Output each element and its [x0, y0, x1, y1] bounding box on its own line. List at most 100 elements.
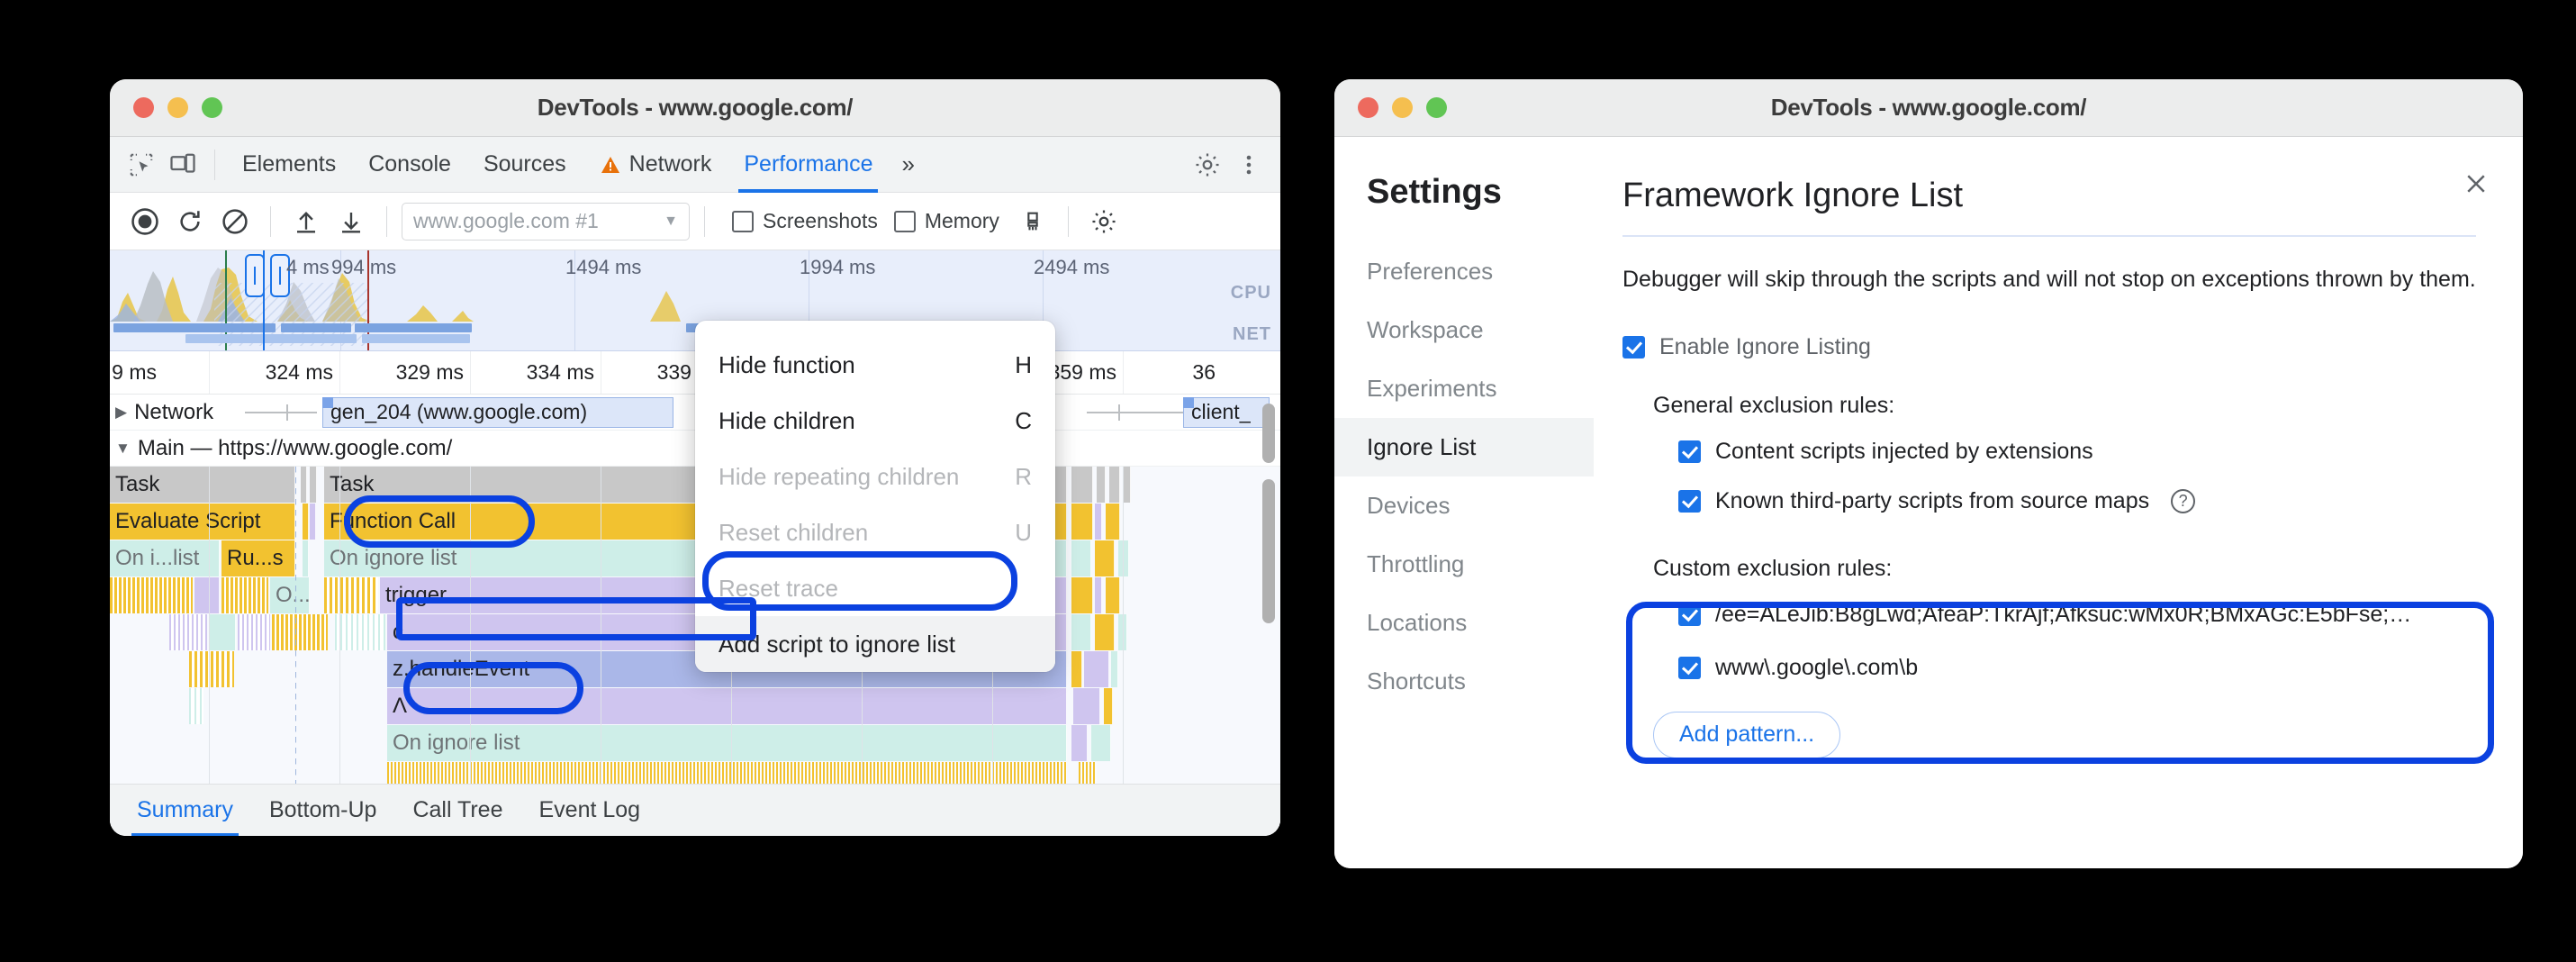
sidebar-item-ignore-list[interactable]: Ignore List — [1334, 418, 1594, 476]
network-request-chip-1[interactable]: gen_204 (www.google.com) — [322, 397, 673, 428]
overview-tick-3: 1994 ms — [800, 256, 875, 279]
custom-rule-2-checkbox-box — [1678, 657, 1701, 679]
more-tabs-icon[interactable]: » — [889, 150, 926, 178]
tab-performance[interactable]: Performance — [728, 137, 889, 193]
network-track-label: Network — [134, 400, 213, 425]
bottom-tab-bottom-up[interactable]: Bottom-Up — [255, 785, 391, 837]
custom-rule-1-checkbox-box — [1678, 604, 1701, 626]
sidebar-item-throttling[interactable]: Throttling — [1334, 535, 1594, 594]
screenshots-checkbox-label: Screenshots — [763, 209, 878, 233]
sidebar-item-devices[interactable]: Devices — [1334, 476, 1594, 535]
enable-ignore-listing-checkbox-box — [1622, 336, 1645, 358]
overview-left-handle[interactable] — [245, 254, 265, 297]
main-track-title[interactable]: ▼ Main — https://www.google.com/ — [110, 436, 452, 461]
content-scripts-label: Content scripts injected by extensions — [1715, 439, 2093, 465]
download-profile-icon[interactable] — [330, 201, 372, 242]
inspect-element-icon[interactable] — [121, 144, 162, 186]
add-pattern-button-label: Add pattern... — [1679, 722, 1814, 748]
tab-sources[interactable]: Sources — [467, 137, 583, 193]
ctx-hide-children-label: Hide children — [719, 407, 855, 435]
expand-triangle-icon[interactable]: ▶ — [115, 404, 127, 422]
clear-icon[interactable] — [214, 201, 256, 242]
custom-rule-row-1[interactable]: /ee=ALeJib:B8gLwd;AfeaP:TkrAjf;Afksuc:wM… — [1653, 602, 2476, 628]
add-pattern-button[interactable]: Add pattern... — [1653, 712, 1840, 758]
screenshots-checkbox[interactable]: Screenshots — [732, 209, 878, 233]
sidebar-item-shortcuts[interactable]: Shortcuts — [1334, 652, 1594, 711]
devtools-settings-window: DevTools - www.google.com/ Settings Pref… — [1334, 79, 2523, 868]
collect-garbage-icon[interactable] — [1012, 201, 1053, 242]
net-track-label: NET — [1233, 324, 1271, 345]
flame-on-ignore-list-2[interactable]: On ignore list — [387, 725, 1067, 761]
ctx-reset-children-shortcut: U — [1015, 519, 1032, 547]
flame-o-short[interactable]: O... — [270, 577, 310, 613]
ctx-hide-function[interactable]: Hide function H — [695, 337, 1055, 393]
sidebar-item-workspace[interactable]: Workspace — [1334, 301, 1594, 359]
memory-checkbox-box — [894, 211, 916, 232]
toolbar-divider-2 — [386, 206, 387, 237]
settings-main-panel: Framework Ignore List Debugger will skip… — [1594, 137, 2523, 868]
flame-caret-row[interactable]: Λ — [387, 688, 1067, 724]
tab-console[interactable]: Console — [352, 137, 467, 193]
network-track-title[interactable]: ▶ Network — [110, 400, 213, 425]
network-request-label-1: gen_204 (www.google.com) — [330, 400, 587, 424]
ruler-tick-5: 359 ms — [1049, 360, 1116, 385]
request-start-marker — [322, 397, 333, 408]
sidebar-item-locations[interactable]: Locations — [1334, 594, 1594, 652]
panel-description: Debugger will skip through the scripts a… — [1622, 264, 2476, 296]
record-icon[interactable] — [124, 201, 166, 242]
flame-context-menu[interactable]: Hide function H Hide children C Hide rep… — [695, 321, 1055, 672]
sidebar-item-experiments[interactable]: Experiments — [1334, 359, 1594, 418]
help-icon[interactable]: ? — [2171, 489, 2195, 513]
more-options-icon[interactable] — [1228, 144, 1270, 186]
enable-ignore-listing-checkbox[interactable]: Enable Ignore Listing — [1622, 334, 2476, 360]
settings-window-titlebar: DevTools - www.google.com/ — [1334, 79, 2523, 137]
gear-icon[interactable] — [1187, 144, 1228, 186]
custom-exclusion-label: Custom exclusion rules: — [1653, 556, 2476, 582]
flame-task-left[interactable]: Task — [110, 467, 295, 503]
custom-rule-row-2[interactable]: www\.google\.com\b — [1653, 655, 2476, 681]
tab-network-label: Network — [629, 151, 712, 177]
memory-checkbox-label: Memory — [925, 209, 999, 233]
settings-heading: Settings — [1334, 173, 1594, 242]
capture-settings-gear-icon[interactable] — [1083, 201, 1125, 242]
flame-evaluate-script[interactable]: Evaluate Script — [110, 504, 295, 540]
third-party-scripts-checkbox[interactable]: Known third-party scripts from source ma… — [1653, 488, 2476, 514]
flame-run-short[interactable]: Ru...s — [221, 540, 295, 576]
tab-elements[interactable]: Elements — [226, 137, 352, 193]
network-request-chip-2[interactable]: client_ — [1183, 397, 1270, 428]
sidebar-item-experiments-label: Experiments — [1367, 375, 1497, 402]
tab-sources-label: Sources — [484, 151, 566, 177]
ctx-reset-children: Reset children U — [695, 504, 1055, 560]
ctx-add-script-to-ignore-list[interactable]: Add script to ignore list — [695, 616, 1055, 672]
memory-checkbox[interactable]: Memory — [894, 209, 999, 233]
collapse-triangle-icon[interactable]: ▼ — [115, 440, 131, 458]
screenshots-checkbox-box — [732, 211, 754, 232]
close-icon[interactable] — [2456, 164, 2496, 204]
sidebar-item-preferences[interactable]: Preferences — [1334, 242, 1594, 301]
bottom-tab-call-tree-label: Call Tree — [412, 797, 502, 823]
tab-network[interactable]: Network — [583, 137, 728, 193]
content-scripts-checkbox[interactable]: Content scripts injected by extensions — [1653, 439, 2476, 465]
flame-on-ignore-list-short[interactable]: On i...list — [110, 540, 220, 576]
vertical-scrollbar-thumb[interactable] — [1262, 479, 1275, 623]
upload-profile-icon[interactable] — [285, 201, 327, 242]
sidebar-item-ignore-list-label: Ignore List — [1367, 433, 1476, 460]
ruler-tick-2: 329 ms — [396, 360, 464, 385]
bottom-tab-event-log[interactable]: Event Log — [525, 785, 655, 837]
vertical-scrollbar-thumb-top[interactable] — [1262, 404, 1275, 463]
reload-record-icon[interactable] — [169, 201, 211, 242]
session-selector[interactable]: www.google.com #1 ▼ — [402, 203, 690, 240]
ctx-hide-function-label: Hide function — [719, 351, 855, 379]
general-exclusion-label: General exclusion rules: — [1653, 393, 2476, 419]
bottom-tab-event-log-label: Event Log — [539, 797, 641, 823]
selection-guide-line — [295, 467, 296, 836]
device-toolbar-icon[interactable] — [162, 144, 203, 186]
ctx-reset-trace: Reset trace — [695, 560, 1055, 616]
ctx-hide-children[interactable]: Hide children C — [695, 393, 1055, 449]
overview-tick-4: 2494 ms — [1034, 256, 1109, 279]
custom-exclusion-section: Custom exclusion rules: /ee=ALeJib:B8gLw… — [1622, 556, 2476, 681]
ctx-reset-trace-label: Reset trace — [719, 575, 838, 603]
performance-bottom-tabs: Summary Bottom-Up Call Tree Event Log — [110, 784, 1280, 836]
bottom-tab-call-tree[interactable]: Call Tree — [398, 785, 517, 837]
bottom-tab-summary[interactable]: Summary — [122, 785, 248, 837]
